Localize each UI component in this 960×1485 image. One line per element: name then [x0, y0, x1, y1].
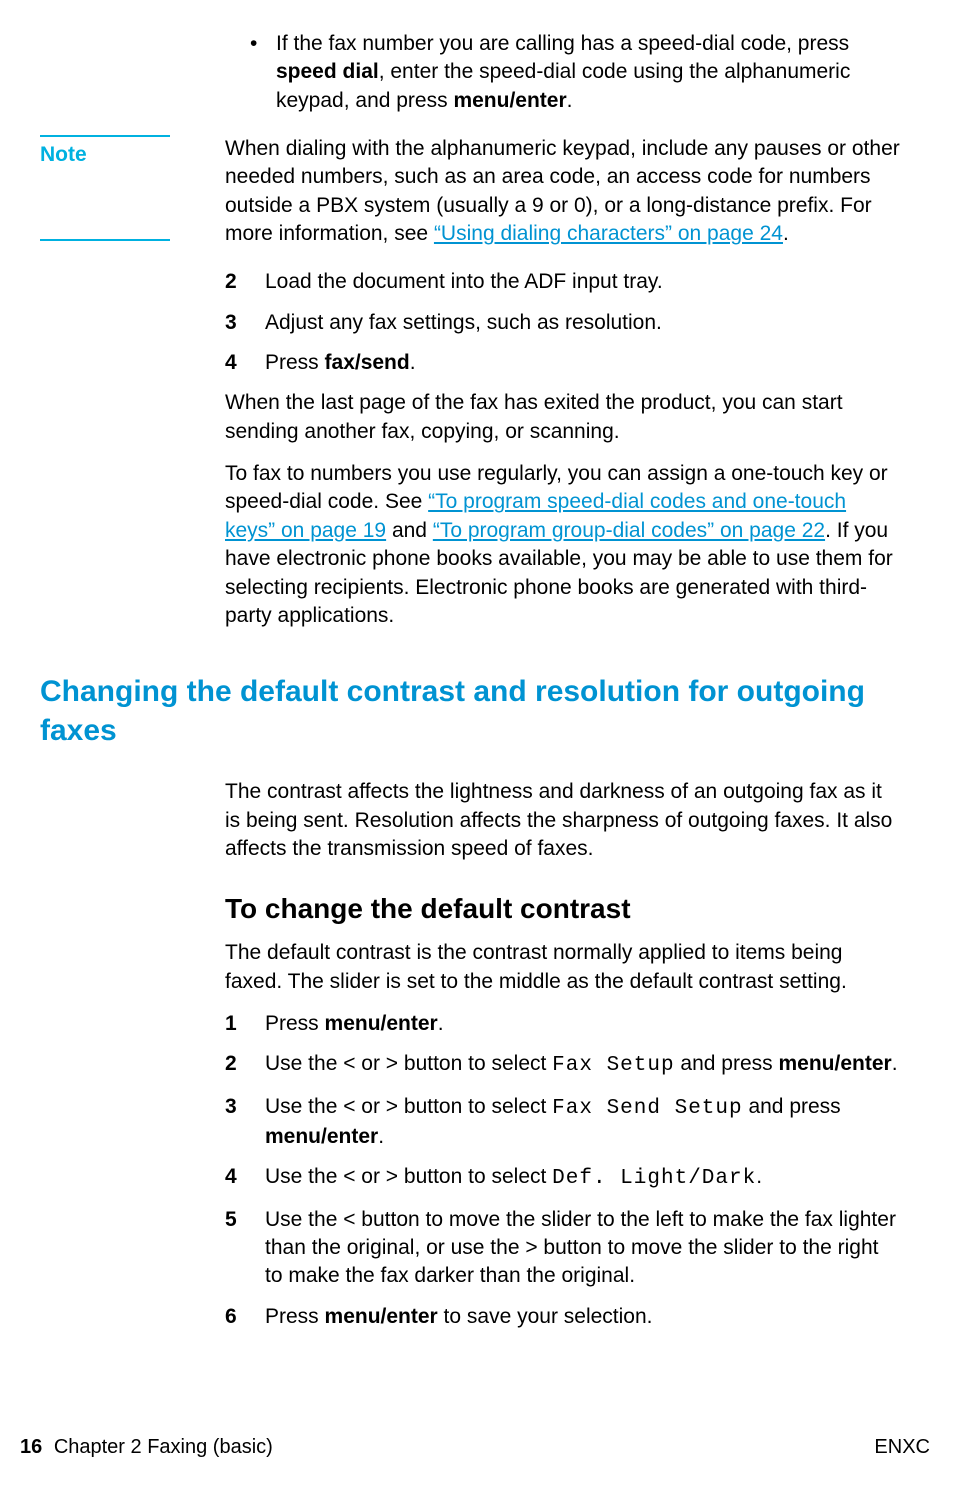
link-group-dial[interactable]: “To program group-dial codes” on page 22 [433, 519, 825, 542]
step-text: Use the < or > button to select Def. Lig… [265, 1163, 762, 1193]
step-2: 2 Load the document into the ADF input t… [225, 268, 900, 296]
page-number: 16 [20, 1436, 42, 1458]
note-label: Note [40, 143, 225, 167]
step-text: Use the < or > button to select Fax Setu… [265, 1050, 898, 1080]
note-body: When dialing with the alphanumeric keypa… [225, 135, 900, 248]
bullet-icon: • [250, 30, 276, 115]
link-dialing-characters[interactable]: “Using dialing characters” on page 24 [434, 222, 783, 245]
paragraph: To fax to numbers you use regularly, you… [225, 460, 900, 630]
heading-2: To change the default contrast [225, 893, 900, 925]
step-text: Press menu/enter to save your selection. [265, 1303, 653, 1331]
step-text: Load the document into the ADF input tra… [265, 268, 663, 296]
paragraph: The contrast affects the lightness and d… [225, 778, 900, 863]
paragraph: When the last page of the fax has exited… [225, 389, 900, 446]
step-number: 3 [225, 309, 265, 337]
step-number: 5 [225, 1206, 265, 1291]
contrast-step-1: 1 Press menu/enter. [225, 1010, 900, 1038]
step-3: 3 Adjust any fax settings, such as resol… [225, 309, 900, 337]
note-label-column: Note [20, 135, 225, 248]
paragraph: The default contrast is the contrast nor… [225, 939, 900, 996]
note-rule-top [40, 135, 170, 137]
contrast-step-2: 2 Use the < or > button to select Fax Se… [225, 1050, 900, 1080]
step-number: 3 [225, 1093, 265, 1152]
footer-left: 16 Chapter 2 Faxing (basic) [20, 1436, 273, 1459]
bullet-text: If the fax number you are calling has a … [276, 30, 900, 115]
step-text: Press fax/send. [265, 349, 416, 377]
step-text: Press menu/enter. [265, 1010, 444, 1038]
step-text: Use the < button to move the slider to t… [265, 1206, 900, 1291]
step-number: 4 [225, 349, 265, 377]
bullet-item: • If the fax number you are calling has … [250, 30, 900, 115]
note-rule-bottom [40, 239, 170, 241]
step-text: Use the < or > button to select Fax Send… [265, 1093, 900, 1152]
contrast-step-6: 6 Press menu/enter to save your selectio… [225, 1303, 900, 1331]
page: • If the fax number you are calling has … [0, 0, 960, 1485]
heading-1: Changing the default contrast and resolu… [40, 672, 900, 750]
step-number: 2 [225, 268, 265, 296]
step-number: 1 [225, 1010, 265, 1038]
step-number: 6 [225, 1303, 265, 1331]
page-footer: 16 Chapter 2 Faxing (basic) ENXC [20, 1436, 930, 1459]
step-number: 2 [225, 1050, 265, 1080]
step-text: Adjust any fax settings, such as resolut… [265, 309, 662, 337]
step-4: 4 Press fax/send. [225, 349, 900, 377]
contrast-step-4: 4 Use the < or > button to select Def. L… [225, 1163, 900, 1193]
footer-right: ENXC [874, 1436, 930, 1459]
contrast-step-5: 5 Use the < button to move the slider to… [225, 1206, 900, 1291]
step-number: 4 [225, 1163, 265, 1193]
note-block: Note When dialing with the alphanumeric … [20, 135, 900, 248]
contrast-step-3: 3 Use the < or > button to select Fax Se… [225, 1093, 900, 1152]
